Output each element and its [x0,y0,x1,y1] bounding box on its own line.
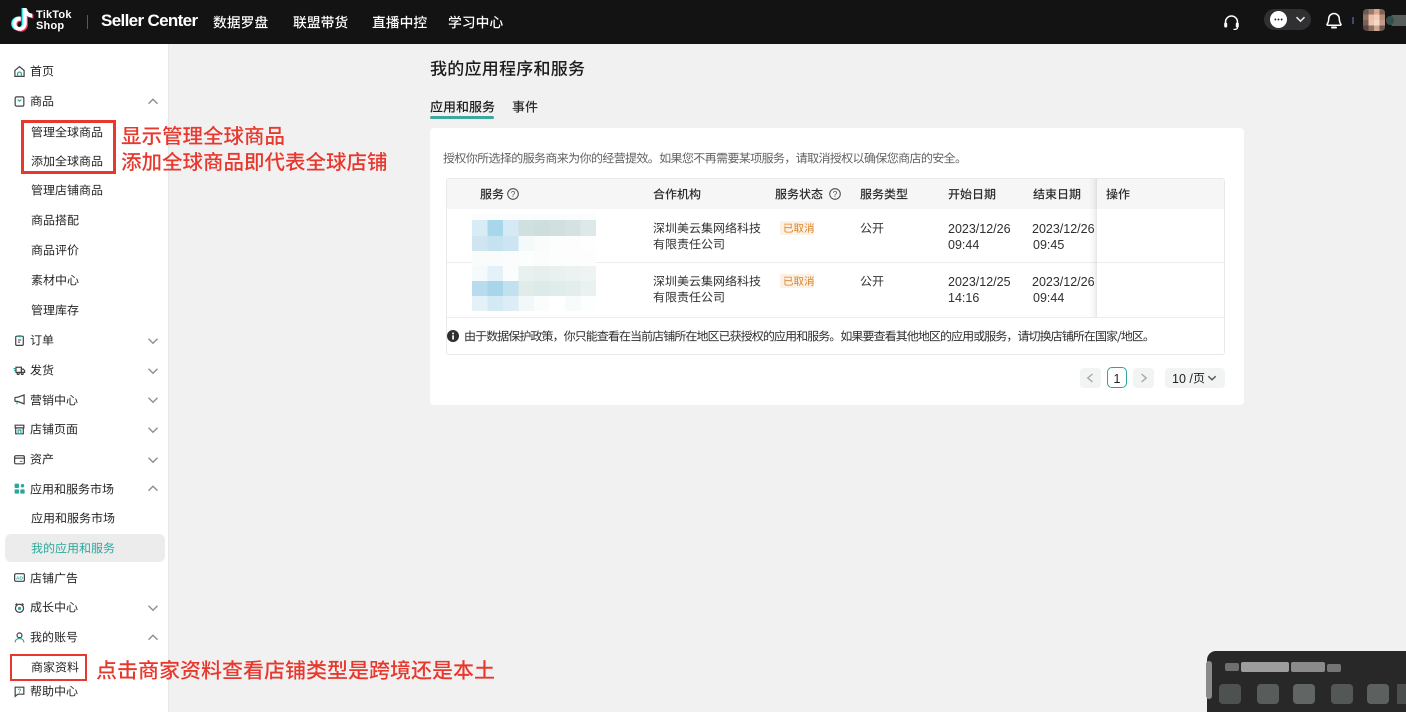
svg-text:?: ? [833,190,838,199]
svg-text:?: ? [511,190,516,199]
svg-text:AD: AD [16,576,24,582]
svg-text:?: ? [18,688,22,694]
